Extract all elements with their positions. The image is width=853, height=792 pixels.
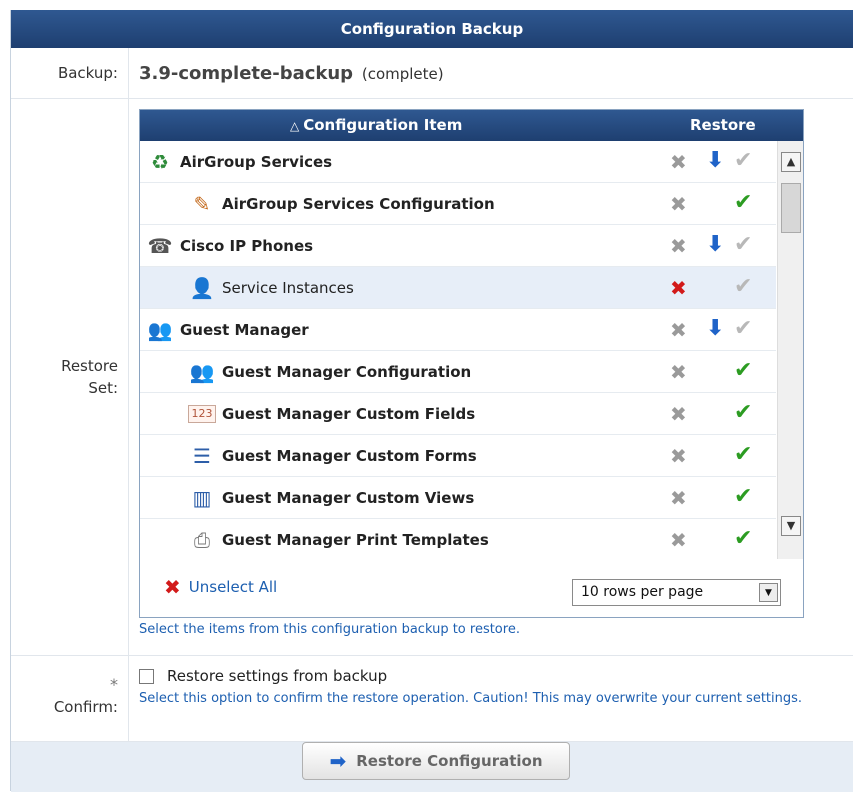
gray-x-icon[interactable]: ✖	[670, 194, 687, 214]
red-x-icon: ✖	[164, 575, 181, 599]
restore-set-help: Select the items from this configuration…	[139, 622, 520, 637]
number-123-icon: 123	[188, 404, 216, 423]
green-check-icon[interactable]: ✔	[734, 527, 752, 551]
config-item-label: Service Instances	[222, 278, 354, 297]
green-check-icon[interactable]: ✔	[734, 191, 752, 215]
restore-grid: △ Configuration Item Restore ♻ AirGroup Se…	[139, 109, 804, 618]
restore-set-label: Restore Set:	[11, 99, 129, 655]
unselect-all-label: Unselect All	[188, 578, 278, 596]
configuration-backup-panel: Configuration Backup Backup: 3.9-complet…	[10, 10, 853, 792]
column-header-config-item-label: Configuration Item	[303, 116, 463, 134]
restore-set-row: Restore Set: △ Configuration Item Restore…	[11, 99, 853, 656]
gray-check-icon[interactable]: ✔	[734, 233, 752, 257]
column-header-restore: Restore	[690, 116, 756, 134]
backup-value: 3.9-complete-backup (complete)	[129, 63, 853, 84]
backup-status: (complete)	[361, 64, 444, 83]
blue-down-arrow-icon[interactable]: ⬇	[706, 317, 724, 341]
phone-icon: ☎	[147, 233, 173, 258]
config-item-row[interactable]: ✎ AirGroup Services Configuration ✖ ✔	[140, 183, 776, 225]
gray-check-icon[interactable]: ✔	[734, 317, 752, 341]
triangle-up-icon: △	[290, 119, 300, 133]
columns-icon: ▥	[192, 485, 212, 510]
config-item-label: Guest Manager	[180, 320, 309, 339]
config-item-label: Guest Manager Configuration	[222, 362, 472, 381]
guest-manager-icon: 👥	[147, 317, 173, 342]
config-item-row[interactable]: ▥ Guest Manager Custom Views ✖ ✔	[140, 477, 776, 519]
config-item-label: AirGroup Services	[180, 152, 333, 171]
gray-check-icon[interactable]: ✔	[734, 149, 752, 173]
scroll-thumb[interactable]	[781, 183, 801, 233]
printer-icon: ⎙	[194, 527, 210, 552]
confirm-checkbox[interactable]	[139, 668, 154, 684]
config-item-row[interactable]: ♻ AirGroup Services ✖ ⬇ ✔	[140, 141, 776, 183]
config-item-row[interactable]: 👥 Guest Manager ✖ ⬇ ✔	[140, 309, 776, 351]
config-item-row[interactable]: ☎ Cisco IP Phones ✖ ⬇ ✔	[140, 225, 776, 267]
gray-x-icon[interactable]: ✖	[670, 236, 687, 256]
gray-x-icon[interactable]: ✖	[670, 446, 687, 466]
confirm-help: Select this option to confirm the restor…	[139, 691, 803, 706]
grid-footer: ✖ Unselect All 10 rows per page ▼	[140, 559, 803, 617]
service-user-icon: 👤	[189, 275, 215, 300]
config-item-label: Guest Manager Custom Forms	[222, 446, 477, 465]
config-item-row[interactable]: ⎙ Guest Manager Print Templates ✖ ✔	[140, 519, 776, 559]
grid-body: ♻ AirGroup Services ✖ ⬇ ✔ ✎ AirGroup Services …	[140, 141, 803, 559]
confirm-checkbox-wrap[interactable]: Restore settings from backup	[139, 667, 853, 685]
confirm-value: Restore settings from backup Select this…	[129, 656, 853, 741]
gray-x-icon[interactable]: ✖	[670, 152, 687, 172]
restore-configuration-button[interactable]: ➡ Restore Configuration	[302, 742, 570, 780]
confirm-row: * Confirm: Restore settings from backup …	[11, 656, 853, 742]
gray-check-icon[interactable]: ✔	[734, 275, 752, 299]
dropdown-arrow-icon: ▼	[759, 583, 778, 602]
config-item-label: Guest Manager Custom Fields	[222, 404, 476, 423]
green-check-icon[interactable]: ✔	[734, 485, 752, 509]
rows-per-page-select[interactable]: 10 rows per page ▼	[572, 579, 781, 606]
restore-set-label-line1: Restore	[61, 357, 118, 375]
gray-x-icon[interactable]: ✖	[670, 530, 687, 550]
restore-set-label-line2: Set:	[88, 379, 118, 397]
confirm-label: * Confirm:	[11, 656, 129, 741]
confirm-label-text: Confirm:	[53, 698, 118, 716]
red-x-icon[interactable]: ✖	[670, 278, 687, 298]
restore-set-value: △ Configuration Item Restore ♻ AirGroup Se…	[129, 99, 853, 655]
guest-manager-icon: 👥	[189, 359, 215, 384]
config-item-row[interactable]: 👤 Service Instances ✖ ✔	[140, 267, 776, 309]
grid-scrollbar[interactable]: ▲ ▼	[777, 141, 803, 559]
config-item-label: AirGroup Services Configuration	[222, 194, 495, 213]
config-item-row[interactable]: 123 Guest Manager Custom Fields ✖ ✔	[140, 393, 776, 435]
config-item-row[interactable]: 👥 Guest Manager Configuration ✖ ✔	[140, 351, 776, 393]
scroll-up-button[interactable]: ▲	[781, 152, 801, 172]
blue-down-arrow-icon[interactable]: ⬇	[706, 233, 724, 257]
green-check-icon[interactable]: ✔	[734, 359, 752, 383]
column-header-config-item[interactable]: △ Configuration Item	[290, 116, 462, 134]
unselect-all-link[interactable]: ✖ Unselect All	[164, 575, 277, 599]
green-check-icon[interactable]: ✔	[734, 443, 752, 467]
gray-x-icon[interactable]: ✖	[670, 404, 687, 424]
config-item-row[interactable]: ☰ Guest Manager Custom Forms ✖ ✔	[140, 435, 776, 477]
config-item-label: Guest Manager Custom Views	[222, 488, 475, 507]
form-list-icon: ☰	[193, 443, 211, 468]
blue-down-arrow-icon[interactable]: ⬇	[706, 149, 724, 173]
backup-row: Backup: 3.9-complete-backup (complete)	[11, 48, 853, 99]
gray-x-icon[interactable]: ✖	[670, 362, 687, 382]
arrow-right-icon: ➡	[329, 749, 347, 773]
restore-configuration-label: Restore Configuration	[356, 752, 543, 770]
gray-x-icon[interactable]: ✖	[670, 488, 687, 508]
backup-name: 3.9-complete-backup	[139, 62, 354, 84]
confirm-checkbox-label[interactable]: Restore settings from backup	[167, 667, 387, 685]
config-item-label: Cisco IP Phones	[180, 236, 314, 255]
gray-x-icon[interactable]: ✖	[670, 320, 687, 340]
rows-per-page-value: 10 rows per page	[581, 584, 704, 600]
backup-label: Backup:	[11, 48, 129, 98]
form-footer: ➡ Restore Configuration	[11, 742, 853, 792]
scroll-down-button[interactable]: ▼	[781, 516, 801, 536]
airgroup-icon: ♻	[151, 149, 169, 174]
config-item-label: Guest Manager Print Templates	[222, 530, 489, 549]
config-edit-icon: ✎	[193, 191, 211, 216]
green-check-icon[interactable]: ✔	[734, 401, 752, 425]
grid-header: △ Configuration Item Restore	[140, 110, 803, 141]
required-mark: *	[110, 675, 118, 694]
panel-title: Configuration Backup	[11, 10, 853, 48]
